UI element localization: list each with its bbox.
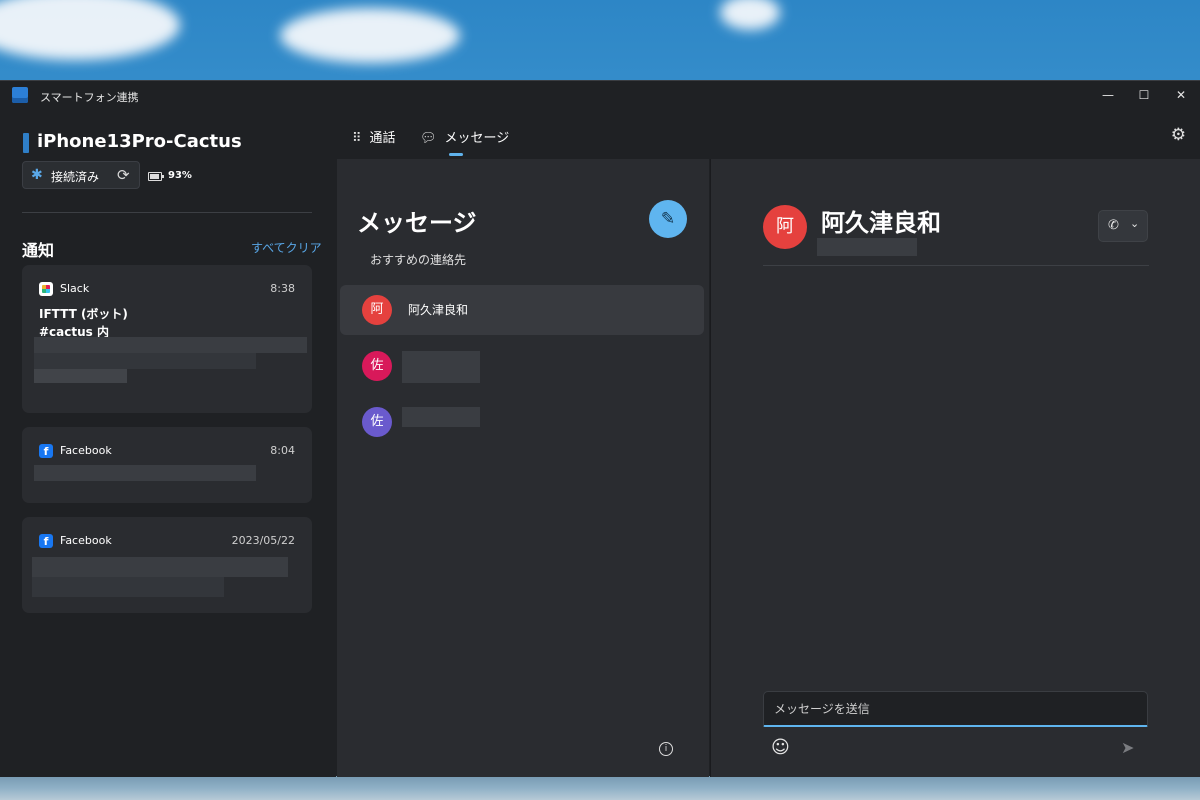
top-tabs: ⠿ 通話 💬︎ メッセージ ⚙ bbox=[336, 111, 1200, 159]
app-window: スマートフォン連携 — ☐ ✕ iPhone13Pro-Cactus ✱ 接続済… bbox=[0, 80, 1200, 777]
phone-link-icon bbox=[12, 87, 28, 103]
compose-button[interactable]: ✎ bbox=[649, 200, 687, 238]
notification-card[interactable]: Slack 8:38 IFTTT (ボット) #cactus 内 bbox=[22, 265, 312, 413]
battery-level-bar bbox=[150, 174, 160, 179]
notification-app: Facebook bbox=[60, 444, 112, 457]
clear-all-link[interactable]: すべてクリア bbox=[251, 239, 322, 256]
chevron-down-icon: ⌄ bbox=[1130, 217, 1140, 230]
connection-status: ✱ 接続済み ⟳ bbox=[22, 161, 140, 189]
device-indicator bbox=[23, 133, 29, 153]
dialpad-icon: ⠿ bbox=[352, 131, 362, 146]
redacted-content bbox=[34, 465, 256, 481]
redacted-content bbox=[32, 557, 288, 577]
redacted-phone bbox=[817, 238, 917, 256]
notification-time: 8:38 bbox=[270, 282, 295, 295]
send-icon[interactable]: ➤ bbox=[1121, 738, 1134, 757]
avatar: 阿 bbox=[362, 295, 392, 325]
redacted-content bbox=[34, 337, 307, 353]
contact-name: 阿久津良和 bbox=[408, 303, 469, 317]
chat-icon: 💬︎ bbox=[420, 131, 437, 146]
title-bar: スマートフォン連携 — ☐ ✕ bbox=[0, 81, 1200, 111]
facebook-icon: f bbox=[39, 534, 53, 548]
notification-time: 8:04 bbox=[270, 444, 295, 457]
facebook-icon: f bbox=[39, 444, 53, 458]
call-button[interactable]: ✆ ⌄ bbox=[1098, 210, 1148, 242]
battery-icon bbox=[148, 172, 164, 181]
notification-card[interactable]: f Facebook 2023/05/22 bbox=[22, 517, 312, 613]
redacted-name bbox=[402, 407, 480, 427]
redacted-content bbox=[32, 577, 224, 597]
notification-app: Slack bbox=[60, 282, 90, 295]
sync-icon[interactable]: ⟳ bbox=[117, 166, 130, 184]
conversation-avatar: 阿 bbox=[763, 205, 807, 249]
avatar: 佐 bbox=[362, 407, 392, 437]
phone-icon: ✆ bbox=[1108, 218, 1119, 233]
background-cloud bbox=[280, 8, 460, 63]
background-cloud bbox=[720, 0, 780, 30]
battery-percent: 93% bbox=[168, 170, 192, 181]
device-name: iPhone13Pro-Cactus bbox=[37, 131, 242, 152]
info-icon[interactable]: i bbox=[659, 742, 673, 756]
redacted-name bbox=[402, 351, 480, 383]
gear-icon[interactable]: ⚙ bbox=[1171, 125, 1186, 145]
contact-item[interactable]: 阿 阿久津良和 bbox=[340, 285, 704, 335]
compose-icon: ✎ bbox=[660, 209, 676, 229]
sidebar-divider bbox=[22, 212, 312, 213]
notification-card[interactable]: f Facebook 8:04 bbox=[22, 427, 312, 503]
connection-label: 接続済み bbox=[51, 170, 100, 184]
notification-sender: IFTTT (ボット) bbox=[39, 307, 128, 321]
tab-label: 通話 bbox=[369, 131, 396, 146]
notifications-heading: 通知 bbox=[22, 241, 55, 260]
slack-icon bbox=[39, 282, 53, 296]
conversation-panel: 阿 阿久津良和 ✆ ⌄ ☺ ➤ bbox=[710, 159, 1200, 777]
messages-panel: メッセージ ✎ おすすめの連絡先 阿 阿久津良和 佐 佐 i bbox=[337, 159, 709, 777]
message-input[interactable] bbox=[763, 691, 1148, 727]
conversation-title: 阿久津良和 bbox=[821, 209, 941, 237]
background-cloud bbox=[0, 0, 180, 60]
redacted-content bbox=[34, 353, 256, 369]
notification-app: Facebook bbox=[60, 534, 112, 547]
avatar: 佐 bbox=[362, 351, 392, 381]
redacted-content bbox=[34, 369, 127, 383]
tab-calls[interactable]: ⠿ 通話 bbox=[352, 127, 396, 146]
maximize-button[interactable]: ☐ bbox=[1130, 85, 1158, 105]
minimize-button[interactable]: — bbox=[1094, 85, 1122, 105]
contact-item[interactable]: 佐 bbox=[340, 341, 704, 391]
header-divider bbox=[763, 265, 1149, 266]
window-title: スマートフォン連携 bbox=[40, 91, 139, 104]
tab-messages[interactable]: 💬︎ メッセージ bbox=[420, 127, 509, 146]
contact-item[interactable]: 佐 bbox=[340, 397, 704, 447]
close-button[interactable]: ✕ bbox=[1167, 85, 1195, 105]
bluetooth-icon: ✱ bbox=[31, 167, 43, 183]
messages-heading: メッセージ bbox=[357, 209, 477, 237]
tab-label: メッセージ bbox=[444, 131, 510, 146]
suggested-contacts-label: おすすめの連絡先 bbox=[370, 253, 467, 267]
active-tab-indicator bbox=[449, 153, 463, 156]
notification-time: 2023/05/22 bbox=[231, 534, 295, 547]
emoji-icon[interactable]: ☺ bbox=[771, 737, 790, 758]
sidebar: iPhone13Pro-Cactus ✱ 接続済み ⟳ 93% 通知 すべてクリ… bbox=[0, 111, 336, 777]
